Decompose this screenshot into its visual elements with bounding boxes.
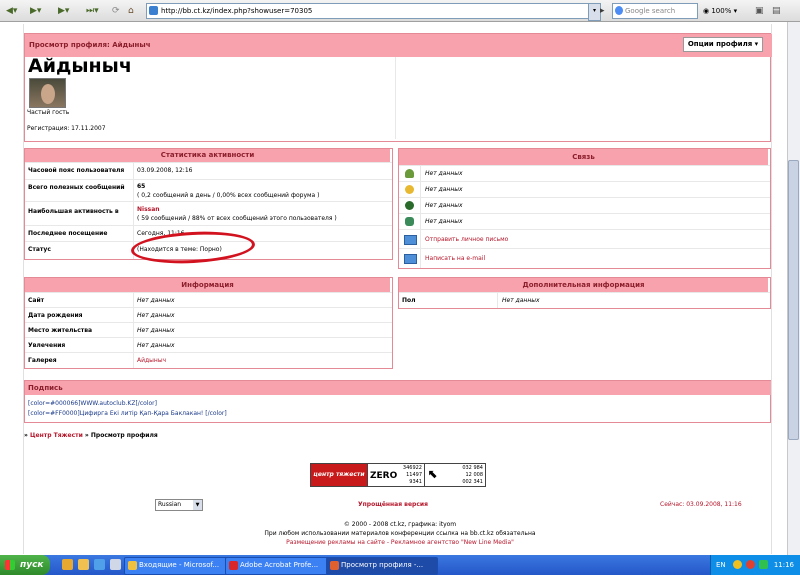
breadcrumb-link[interactable]: Центр Тяжести <box>30 432 83 439</box>
browser-icon <box>330 561 339 570</box>
quicklaunch-icon[interactable] <box>78 559 89 570</box>
taskbar-item-acrobat[interactable]: Adobe Acrobat Profe... <box>225 557 337 575</box>
start-button[interactable]: пуск <box>0 555 50 575</box>
copy-notice: При любом использовании материалов конфе… <box>264 530 536 537</box>
skip-icon[interactable]: ⏭▾ <box>86 4 99 18</box>
zero-counter-badge[interactable]: ZERO 346922 11497 9341 <box>367 463 425 487</box>
info-row: Галерея Айдыныч <box>25 352 392 367</box>
signature-header: Подпись <box>25 381 771 395</box>
taskbar-item-outlook[interactable]: Входящие - Microsof... <box>124 557 236 575</box>
send-pm-link[interactable]: Отправить личное письмо <box>425 236 508 243</box>
contact-row: Нет данных <box>399 213 770 230</box>
profile-panel: Просмотр профиля: Айдыныч <box>24 33 772 142</box>
lite-version-link[interactable]: Упрощённая версия <box>358 501 428 508</box>
tray-icon[interactable] <box>759 560 768 569</box>
info-row: Увлечения Нет данных <box>25 337 392 353</box>
ads-link[interactable]: Размещение рекламы на сайте - Рекламное … <box>0 539 800 546</box>
registration-date: Регистрация: 17.11.2007 <box>27 125 106 132</box>
system-tray: EN 11:16 <box>710 555 800 575</box>
msn-icon <box>405 217 414 226</box>
info-row: Место жительства Нет данных <box>25 322 392 338</box>
aim-icon <box>405 185 414 194</box>
breadcrumb: » Центр Тяжести » Просмотр профиля <box>24 432 158 439</box>
tray-icon[interactable] <box>746 560 755 569</box>
signature-panel: Подпись [color=#000066]WWW.autoclub.KZ[/… <box>24 380 771 423</box>
contact-row: Отправить личное письмо <box>399 229 770 249</box>
forward-menu-icon[interactable]: ▶▾ <box>58 4 69 18</box>
envelope-icon <box>404 235 417 245</box>
activity-row: Часовой пояс пользователя 03.09.2008, 12… <box>25 162 392 180</box>
acrobat-icon <box>229 561 238 570</box>
tools-icon[interactable]: ▤ <box>772 4 781 18</box>
windows-logo-icon <box>5 560 15 570</box>
browser-toolbar: ◀▾ ▶▾ ▶▾ ⏭▾ ⟳ ⌂ http://bb.ct.kz/index.ph… <box>0 0 800 22</box>
home-icon[interactable]: ⌂ <box>128 4 134 18</box>
site-logo-badge[interactable]: центр тяжести <box>310 463 368 487</box>
signature-line: [color=#FF0000]Цифирга Екі литір Қап-Қар… <box>28 410 227 417</box>
arrow-icon: ⬉ <box>428 467 439 481</box>
contact-row: Нет данных <box>399 181 770 198</box>
yahoo-icon <box>405 201 414 210</box>
forward-icon[interactable]: ▶▾ <box>30 4 41 18</box>
profile-header: Просмотр профиля: Айдыныч <box>25 34 772 57</box>
envelope-icon <box>404 254 417 264</box>
extra-info-row: Пол Нет данных <box>399 292 770 307</box>
contact-header: Связь <box>399 149 768 165</box>
send-email-link[interactable]: Написать на e-mail <box>425 255 485 262</box>
quicklaunch-icon[interactable] <box>94 559 105 570</box>
google-icon <box>615 6 623 15</box>
avatar <box>29 78 66 108</box>
quicklaunch-icon[interactable] <box>110 559 121 570</box>
chevron-down-icon: ▼ <box>193 500 202 510</box>
clock: 11:16 <box>773 561 794 569</box>
info-row: Дата рождения Нет данных <box>25 307 392 323</box>
current-time: Сейчас: 03.09.2008, 11:16 <box>660 501 742 508</box>
activity-row: Наибольшая активность в Nissan ( 59 сооб… <box>25 201 392 226</box>
member-group: Частый гость <box>27 109 70 116</box>
info-header: Информация <box>25 278 390 292</box>
copyright: © 2000 - 2008 ct.kz, графика: ityom <box>343 521 457 528</box>
info-row: Сайт Нет данных <box>25 292 392 308</box>
address-bar[interactable]: http://bb.ct.kz/index.php?showuser=70305 <box>146 3 599 19</box>
profile-options-button[interactable]: Опции профиля ▾ <box>683 37 763 52</box>
go-icon[interactable]: ▸ <box>600 4 605 18</box>
back-icon[interactable]: ◀▾ <box>6 4 17 18</box>
taskbar-item-browser[interactable]: Просмотр профиля -... <box>326 557 438 575</box>
contact-row: Нет данных <box>399 165 770 182</box>
contact-panel: Связь Нет данных Нет данных Нет данных Н… <box>398 148 771 269</box>
print-icon[interactable]: ▣ <box>755 4 764 18</box>
search-input[interactable]: Google search <box>612 3 698 19</box>
scrollbar-thumb[interactable] <box>788 160 799 440</box>
extra-info-panel: Дополнительная информация Пол Нет данных <box>398 277 771 309</box>
profile-username: Айдыныч <box>28 55 132 77</box>
icq-icon <box>405 169 414 178</box>
quicklaunch-icon[interactable] <box>62 559 73 570</box>
info-panel: Информация Сайт Нет данных Дата рождения… <box>24 277 393 369</box>
stats-counter-badge[interactable]: ⬉ 032 984 12 008 002 341 <box>424 463 486 487</box>
zoom-control[interactable]: ◉ 100% ▾ <box>703 4 737 18</box>
language-indicator[interactable]: EN <box>716 555 726 575</box>
outlook-icon <box>128 561 137 570</box>
extra-info-header: Дополнительная информация <box>399 278 768 292</box>
gallery-link[interactable]: Айдыныч <box>137 357 166 364</box>
activity-row: Всего полезных сообщений 65 ( 0,2 сообще… <box>25 179 392 202</box>
contact-row: Нет данных <box>399 197 770 214</box>
url-text: http://bb.ct.kz/index.php?showuser=70305 <box>161 7 313 15</box>
forum-link[interactable]: Nissan <box>137 206 160 213</box>
language-select[interactable]: Russian ▼ <box>155 499 203 511</box>
reload-icon[interactable]: ⟳ <box>112 4 120 18</box>
signature-line: [color=#000066]WWW.autoclub.KZ[/color] <box>28 400 157 407</box>
page-icon <box>149 6 158 15</box>
contact-row: Написать на e-mail <box>399 248 770 267</box>
activity-header: Статистика активности <box>25 149 390 162</box>
tray-icon[interactable] <box>733 560 742 569</box>
